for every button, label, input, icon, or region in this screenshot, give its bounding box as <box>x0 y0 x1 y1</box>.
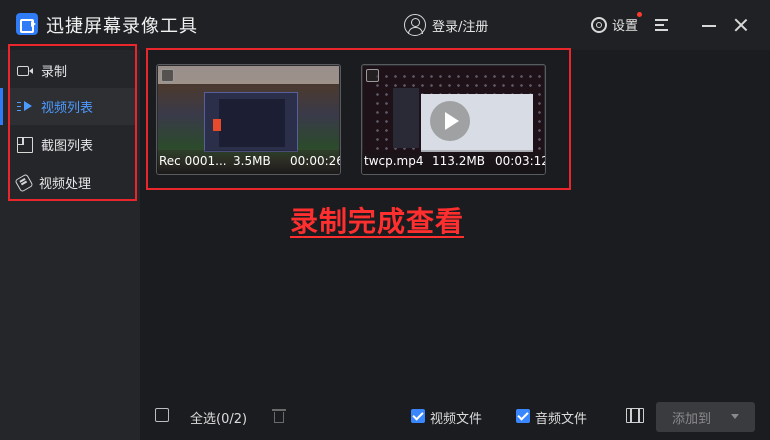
video-select-checkbox[interactable] <box>161 69 174 82</box>
video-size: 3.5MB <box>233 154 271 168</box>
sidebar-item-screenshot-list[interactable]: 截图列表 <box>10 126 136 163</box>
video-name: Rec 0001... <box>159 154 227 168</box>
video-card[interactable]: Rec 0001... 3.5MB 00:00:26 <box>156 64 341 175</box>
sidebar-item-video-list[interactable]: 视频列表 <box>10 88 136 125</box>
add-to-button[interactable]: 添加到 <box>656 402 755 432</box>
login-label: 登录/注册 <box>432 19 489 35</box>
audio-files-checkbox[interactable] <box>516 409 530 423</box>
video-list-icon <box>17 99 33 115</box>
screenshot-icon <box>17 136 33 153</box>
trash-icon[interactable] <box>272 408 286 424</box>
video-duration: 00:03:12 <box>495 154 546 168</box>
gear-icon <box>591 16 607 33</box>
menu-icon[interactable] <box>651 14 673 36</box>
sidebar-item-record[interactable]: 录制 <box>10 52 136 89</box>
video-camera-icon <box>17 65 33 76</box>
title-bar: 迅捷屏幕录像工具 登录/注册 设置 <box>0 0 770 50</box>
bottom-divider <box>140 398 770 399</box>
sidebar-item-video-process[interactable]: 视频处理 <box>10 164 136 201</box>
login-button[interactable]: 登录/注册 <box>404 13 488 37</box>
sidebar-item-label: 截图列表 <box>41 139 94 154</box>
video-files-checkbox[interactable] <box>411 409 425 423</box>
minimize-icon[interactable] <box>698 14 720 36</box>
annotation-text: 录制完成查看 <box>290 205 465 238</box>
sidebar-item-label: 录制 <box>41 65 68 80</box>
audio-files-label: 音频文件 <box>535 412 588 427</box>
settings-button[interactable]: 设置 <box>591 15 638 34</box>
video-process-icon <box>14 172 34 193</box>
video-size: 113.2MB <box>432 154 485 168</box>
active-indicator <box>0 88 3 125</box>
sidebar-item-label: 视频列表 <box>41 101 94 116</box>
app-logo-icon <box>16 13 38 35</box>
user-icon <box>404 14 426 36</box>
video-card[interactable]: twcp.mp4 113.2MB 00:03:12 <box>361 64 546 175</box>
close-icon[interactable] <box>730 14 752 36</box>
select-all-label: 全选(0/2) <box>190 412 248 427</box>
add-to-label: 添加到 <box>672 411 712 427</box>
select-all-checkbox[interactable] <box>155 408 169 422</box>
play-icon[interactable] <box>430 101 470 141</box>
video-select-checkbox[interactable] <box>366 69 379 82</box>
notification-dot <box>637 12 642 17</box>
film-icon[interactable] <box>626 408 644 423</box>
video-files-label: 视频文件 <box>430 412 483 427</box>
settings-label: 设置 <box>612 19 639 34</box>
video-duration: 00:00:26 <box>290 154 341 168</box>
sidebar-item-label: 视频处理 <box>39 177 92 192</box>
chevron-down-icon <box>731 414 739 419</box>
video-info: Rec 0001... 3.5MB 00:00:26 <box>157 150 340 174</box>
app-title: 迅捷屏幕录像工具 <box>46 16 198 37</box>
sidebar: 录制 视频列表 截图列表 视频处理 <box>0 50 140 440</box>
video-info: twcp.mp4 113.2MB 00:03:12 <box>362 150 545 174</box>
video-name: twcp.mp4 <box>364 154 424 168</box>
